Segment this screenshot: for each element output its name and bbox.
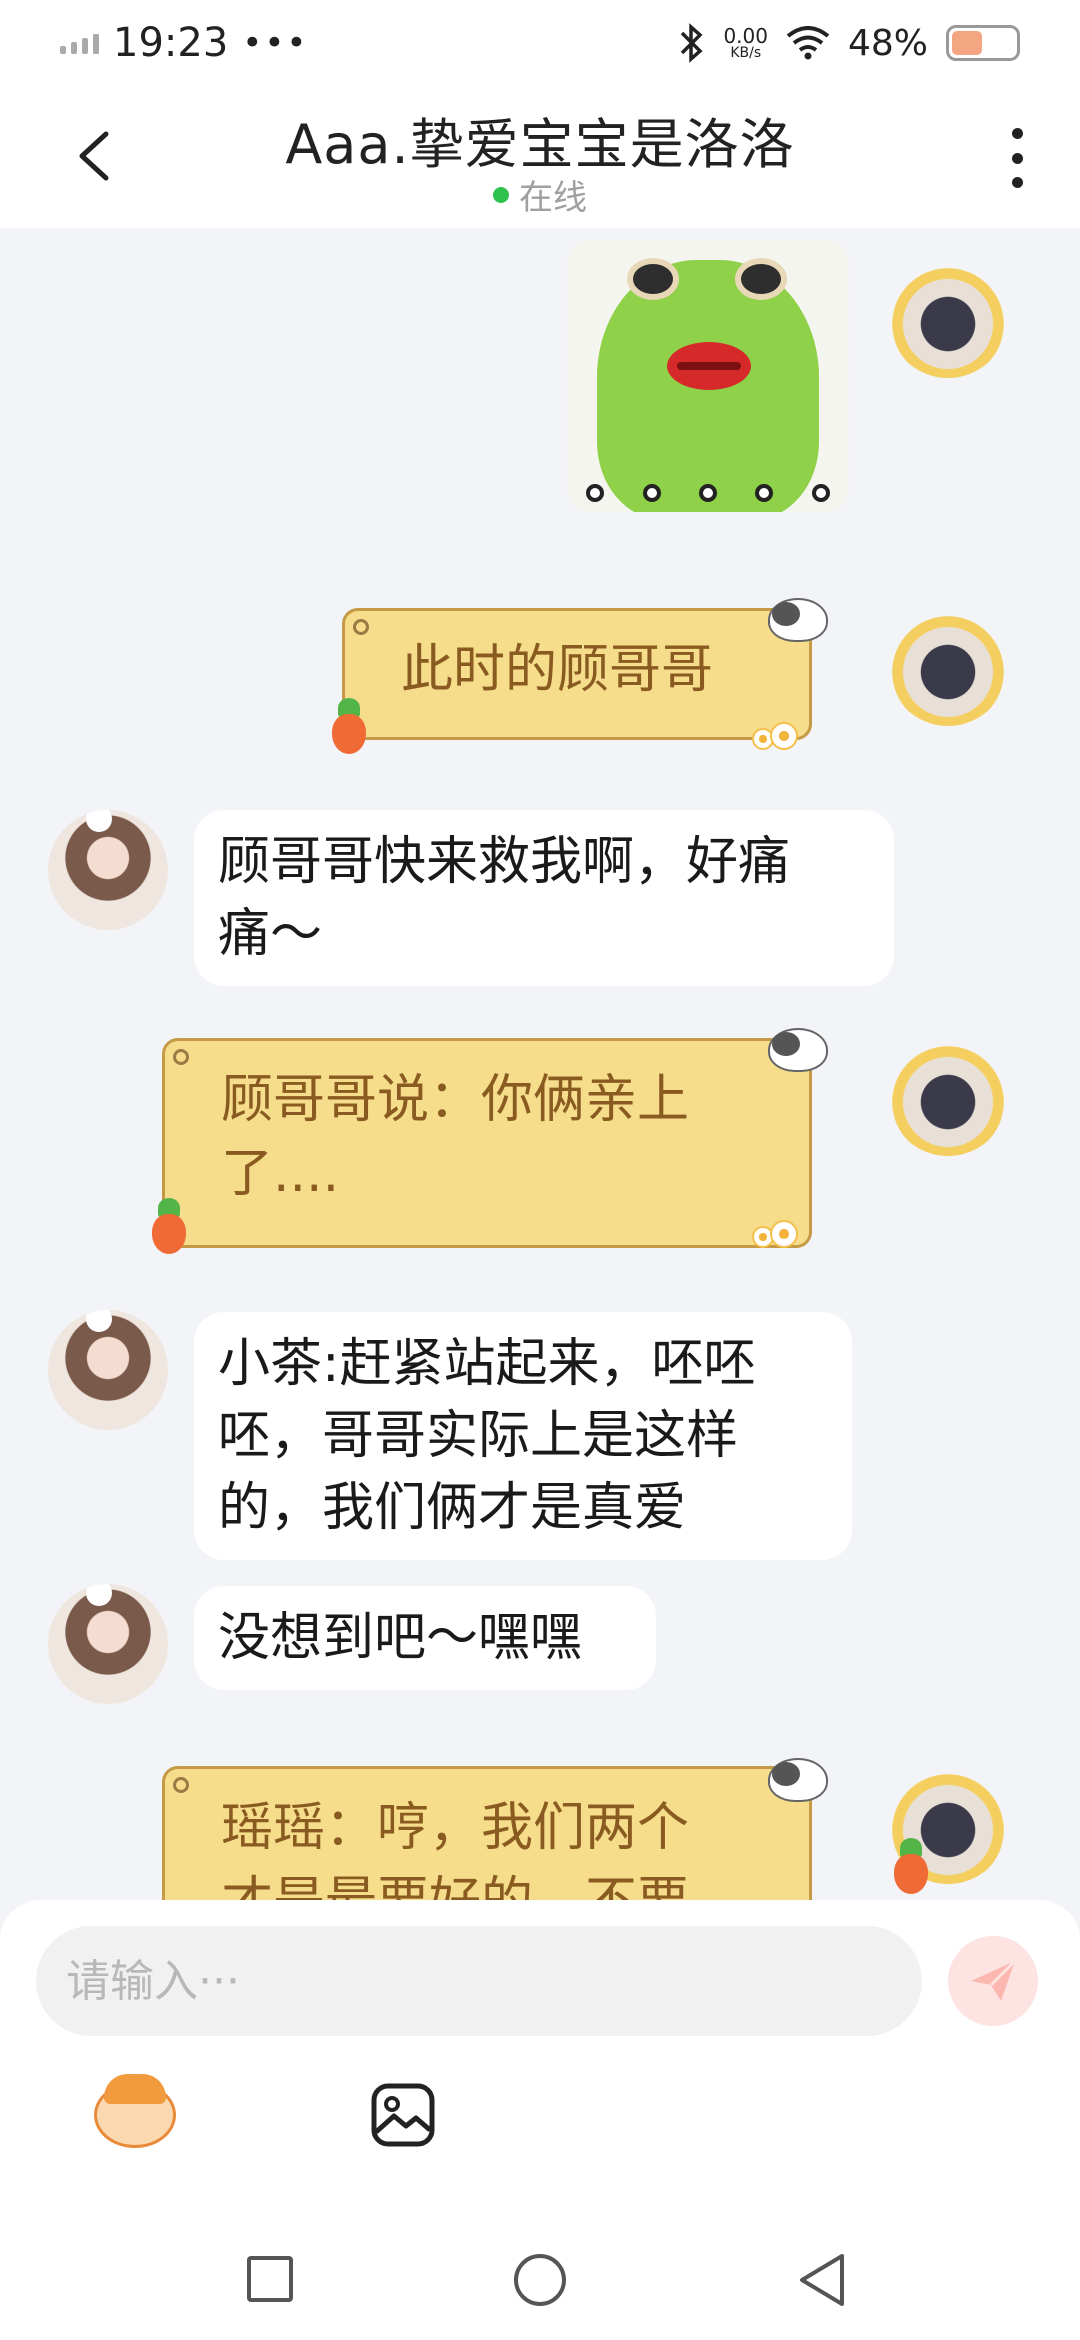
triangle-back-icon — [800, 2254, 844, 2306]
carrot-icon — [326, 698, 370, 754]
pin-icon — [173, 1777, 189, 1793]
more-menu-button[interactable] — [1002, 128, 1032, 188]
message-text-line: 顾哥哥说：你俩亲上 — [221, 1070, 690, 1130]
frog-sticker[interactable] — [567, 240, 849, 512]
chat-title: Aaa.挚爱宝宝是洛洛 — [285, 113, 795, 176]
contact-avatar[interactable] — [48, 1584, 168, 1704]
network-speed-value: 0.00 — [723, 24, 768, 48]
carrot-icon — [146, 1198, 190, 1254]
message-input[interactable] — [36, 1926, 922, 2036]
network-speed-unit: KB/s — [730, 45, 762, 61]
system-nav-bar — [0, 2160, 1080, 2340]
home-button[interactable] — [514, 2254, 566, 2306]
wifi-icon — [786, 26, 830, 60]
message-text: 此时的顾哥哥 — [401, 640, 714, 700]
status-time: 19:23 — [113, 20, 229, 66]
send-icon — [971, 1959, 1017, 2001]
online-status-label: 在线 — [519, 178, 587, 218]
recent-apps-button[interactable] — [247, 2256, 293, 2302]
my-avatar[interactable] — [888, 258, 1008, 378]
message-text-line: 了.... — [221, 1144, 340, 1204]
contact-avatar[interactable] — [48, 1310, 168, 1430]
message-text-line: 瑶瑶：哼，我们两个 — [221, 1798, 690, 1858]
my-avatar[interactable] — [888, 1036, 1008, 1156]
message-bubble[interactable]: 瑶瑶：哼，我们两个 才是最要好的，不要 — [162, 1766, 812, 1900]
system-back-button[interactable] — [796, 2252, 848, 2308]
chat-messages[interactable]: 此时的顾哥哥 顾哥哥快来救我啊，好痛 痛～ 顾哥哥说：你俩亲上 了.... 小茶… — [0, 228, 1080, 1900]
pin-icon — [353, 619, 369, 635]
chat-header: Aaa.挚爱宝宝是洛洛 在线 — [0, 86, 1080, 228]
message-text-line: 呸，哥哥实际上是这样 — [218, 1406, 739, 1466]
image-icon[interactable] — [370, 2082, 436, 2148]
message-bubble[interactable]: 顾哥哥快来救我啊，好痛 痛～ — [194, 810, 894, 986]
online-dot-icon — [493, 186, 509, 203]
flower-icon — [752, 1220, 798, 1250]
message-bubble[interactable]: 此时的顾哥哥 — [342, 608, 812, 740]
online-status: 在线 — [0, 170, 1080, 219]
send-button[interactable] — [948, 1936, 1038, 2026]
my-avatar[interactable] — [888, 606, 1008, 726]
signal-icon — [60, 32, 99, 54]
message-bubble[interactable]: 小茶:赶紧站起来，呸呸 呸，哥哥实际上是这样 的，我们俩才是真爱 — [194, 1312, 852, 1560]
emoji-mascot-icon[interactable] — [90, 2074, 180, 2150]
message-bubble[interactable]: 没想到吧～嘿嘿 — [194, 1586, 656, 1690]
status-bar: 19:23 ••• 0.00 KB/s 48% — [0, 0, 1080, 86]
flower-icon — [752, 722, 798, 752]
message-text-line: 的，我们俩才是真爱 — [218, 1478, 687, 1538]
battery-percent: 48% — [847, 22, 928, 64]
message-text-line: 才是最要好的，不要 — [221, 1865, 753, 1900]
contact-avatar[interactable] — [48, 810, 168, 930]
cat-icon — [768, 1748, 830, 1802]
message-text-line: 没想到吧～嘿嘿 — [218, 1608, 583, 1668]
message-text-line: 顾哥哥快来救我啊，好痛 — [218, 832, 791, 892]
input-panel — [0, 1900, 1080, 2160]
message-bubble[interactable]: 顾哥哥说：你俩亲上 了.... — [162, 1038, 812, 1248]
network-speed: 0.00 KB/s — [723, 26, 768, 60]
carrot-icon — [888, 1838, 932, 1894]
pin-icon — [173, 1049, 189, 1065]
more-vertical-icon — [1011, 128, 1023, 139]
bluetooth-icon — [679, 23, 705, 63]
cat-icon — [768, 1018, 830, 1072]
message-text-line: 痛～ — [218, 904, 323, 964]
status-more-dots: ••• — [242, 23, 309, 63]
message-text-line: 小茶:赶紧站起来，呸呸 — [218, 1334, 756, 1394]
battery-icon — [946, 25, 1020, 61]
cat-icon — [768, 588, 830, 642]
